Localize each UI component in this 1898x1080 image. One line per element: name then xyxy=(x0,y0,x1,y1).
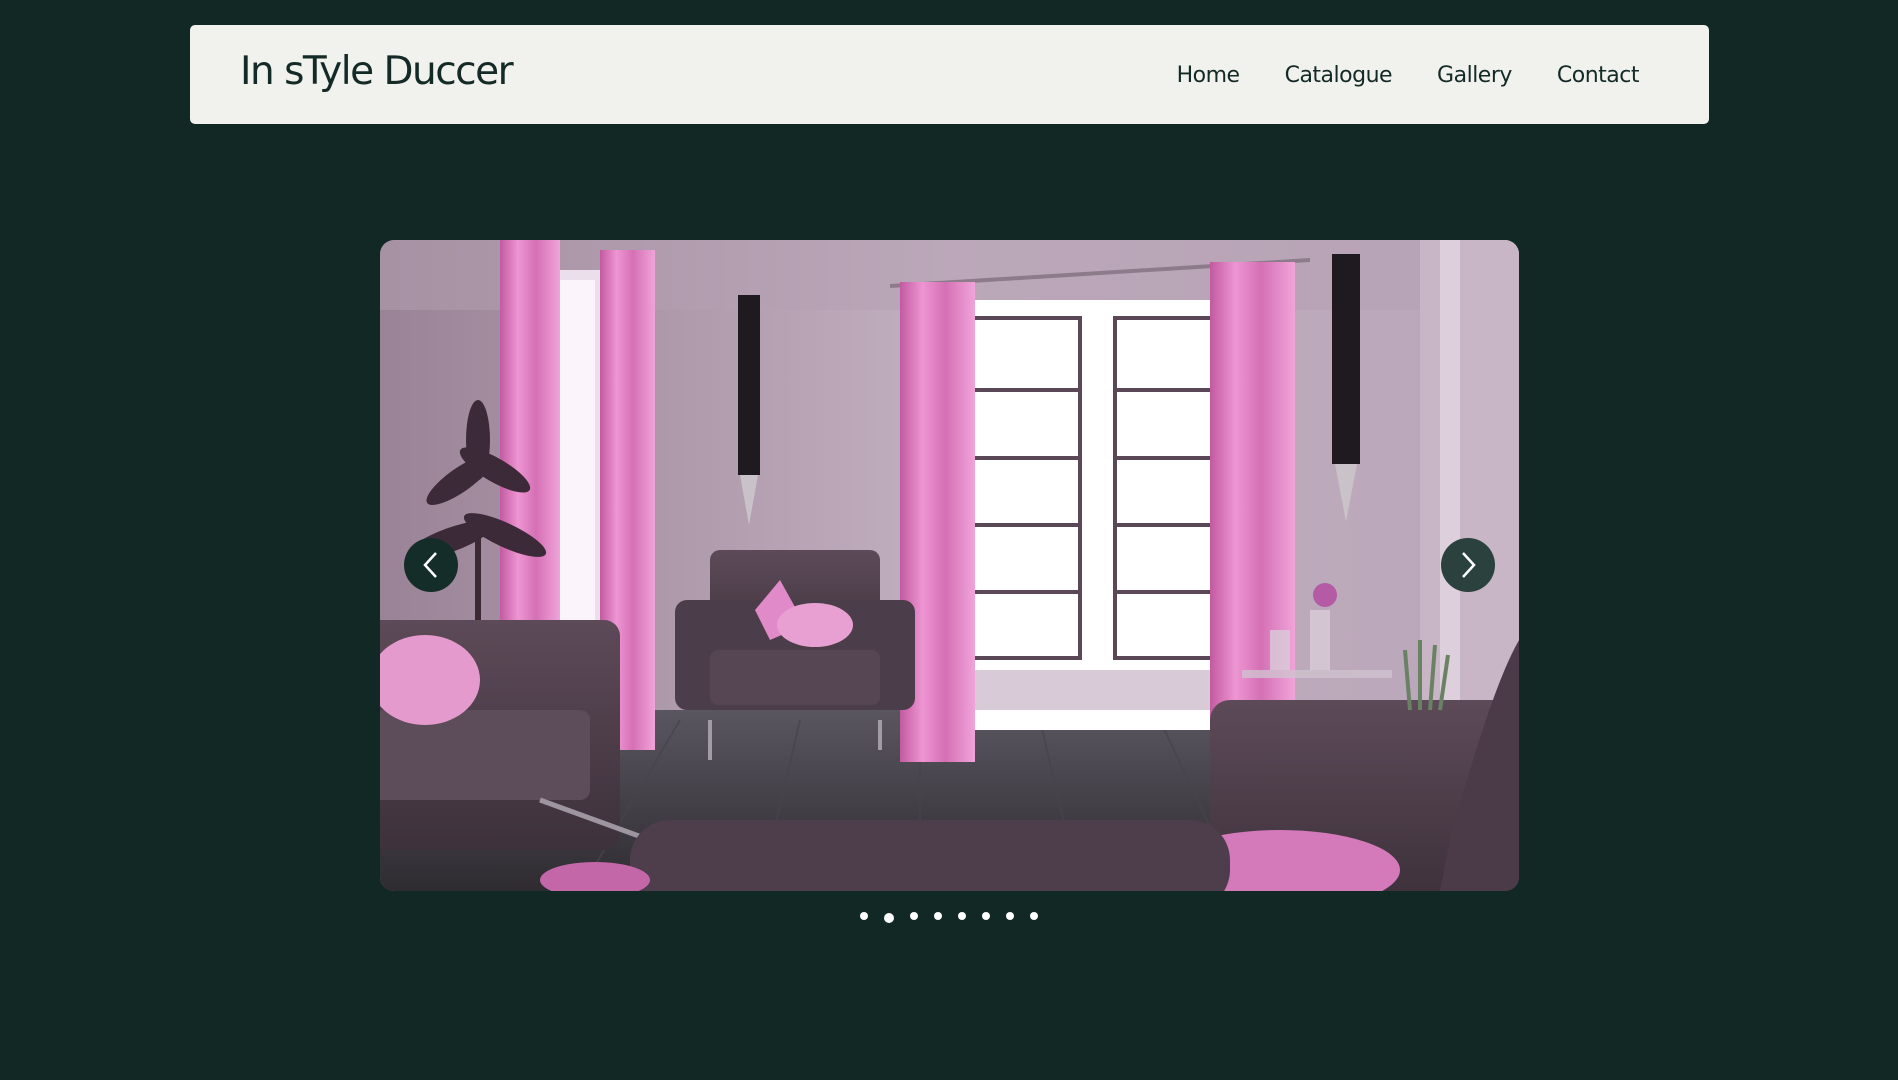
nav-link-gallery[interactable]: Gallery xyxy=(1437,63,1512,88)
site-header: In sTyle Duccer Home Catalogue Gallery C… xyxy=(190,25,1709,124)
slide-dot-5[interactable] xyxy=(958,912,966,920)
slide-dot-3[interactable] xyxy=(910,912,918,920)
main-nav: Home Catalogue Gallery Contact xyxy=(1177,63,1640,88)
chevron-left-icon xyxy=(423,552,437,578)
nav-link-home[interactable]: Home xyxy=(1177,63,1240,88)
image-slider xyxy=(380,240,1519,891)
slide-dot-8[interactable] xyxy=(1030,912,1038,920)
slide-dot-2-active[interactable] xyxy=(884,913,894,923)
living-room-image xyxy=(380,240,1519,891)
slider-pagination xyxy=(0,909,1898,923)
slide-dot-1[interactable] xyxy=(860,912,868,920)
slide-dot-7[interactable] xyxy=(1006,912,1014,920)
slider-prev-button[interactable] xyxy=(404,538,458,592)
slide-dot-4[interactable] xyxy=(934,912,942,920)
chevron-right-icon xyxy=(1462,552,1476,578)
nav-link-contact[interactable]: Contact xyxy=(1557,63,1640,88)
nav-link-catalogue[interactable]: Catalogue xyxy=(1285,63,1393,88)
slider-next-button[interactable] xyxy=(1441,538,1495,592)
slide-dot-6[interactable] xyxy=(982,912,990,920)
site-logo[interactable]: In sTyle Duccer xyxy=(240,49,514,94)
